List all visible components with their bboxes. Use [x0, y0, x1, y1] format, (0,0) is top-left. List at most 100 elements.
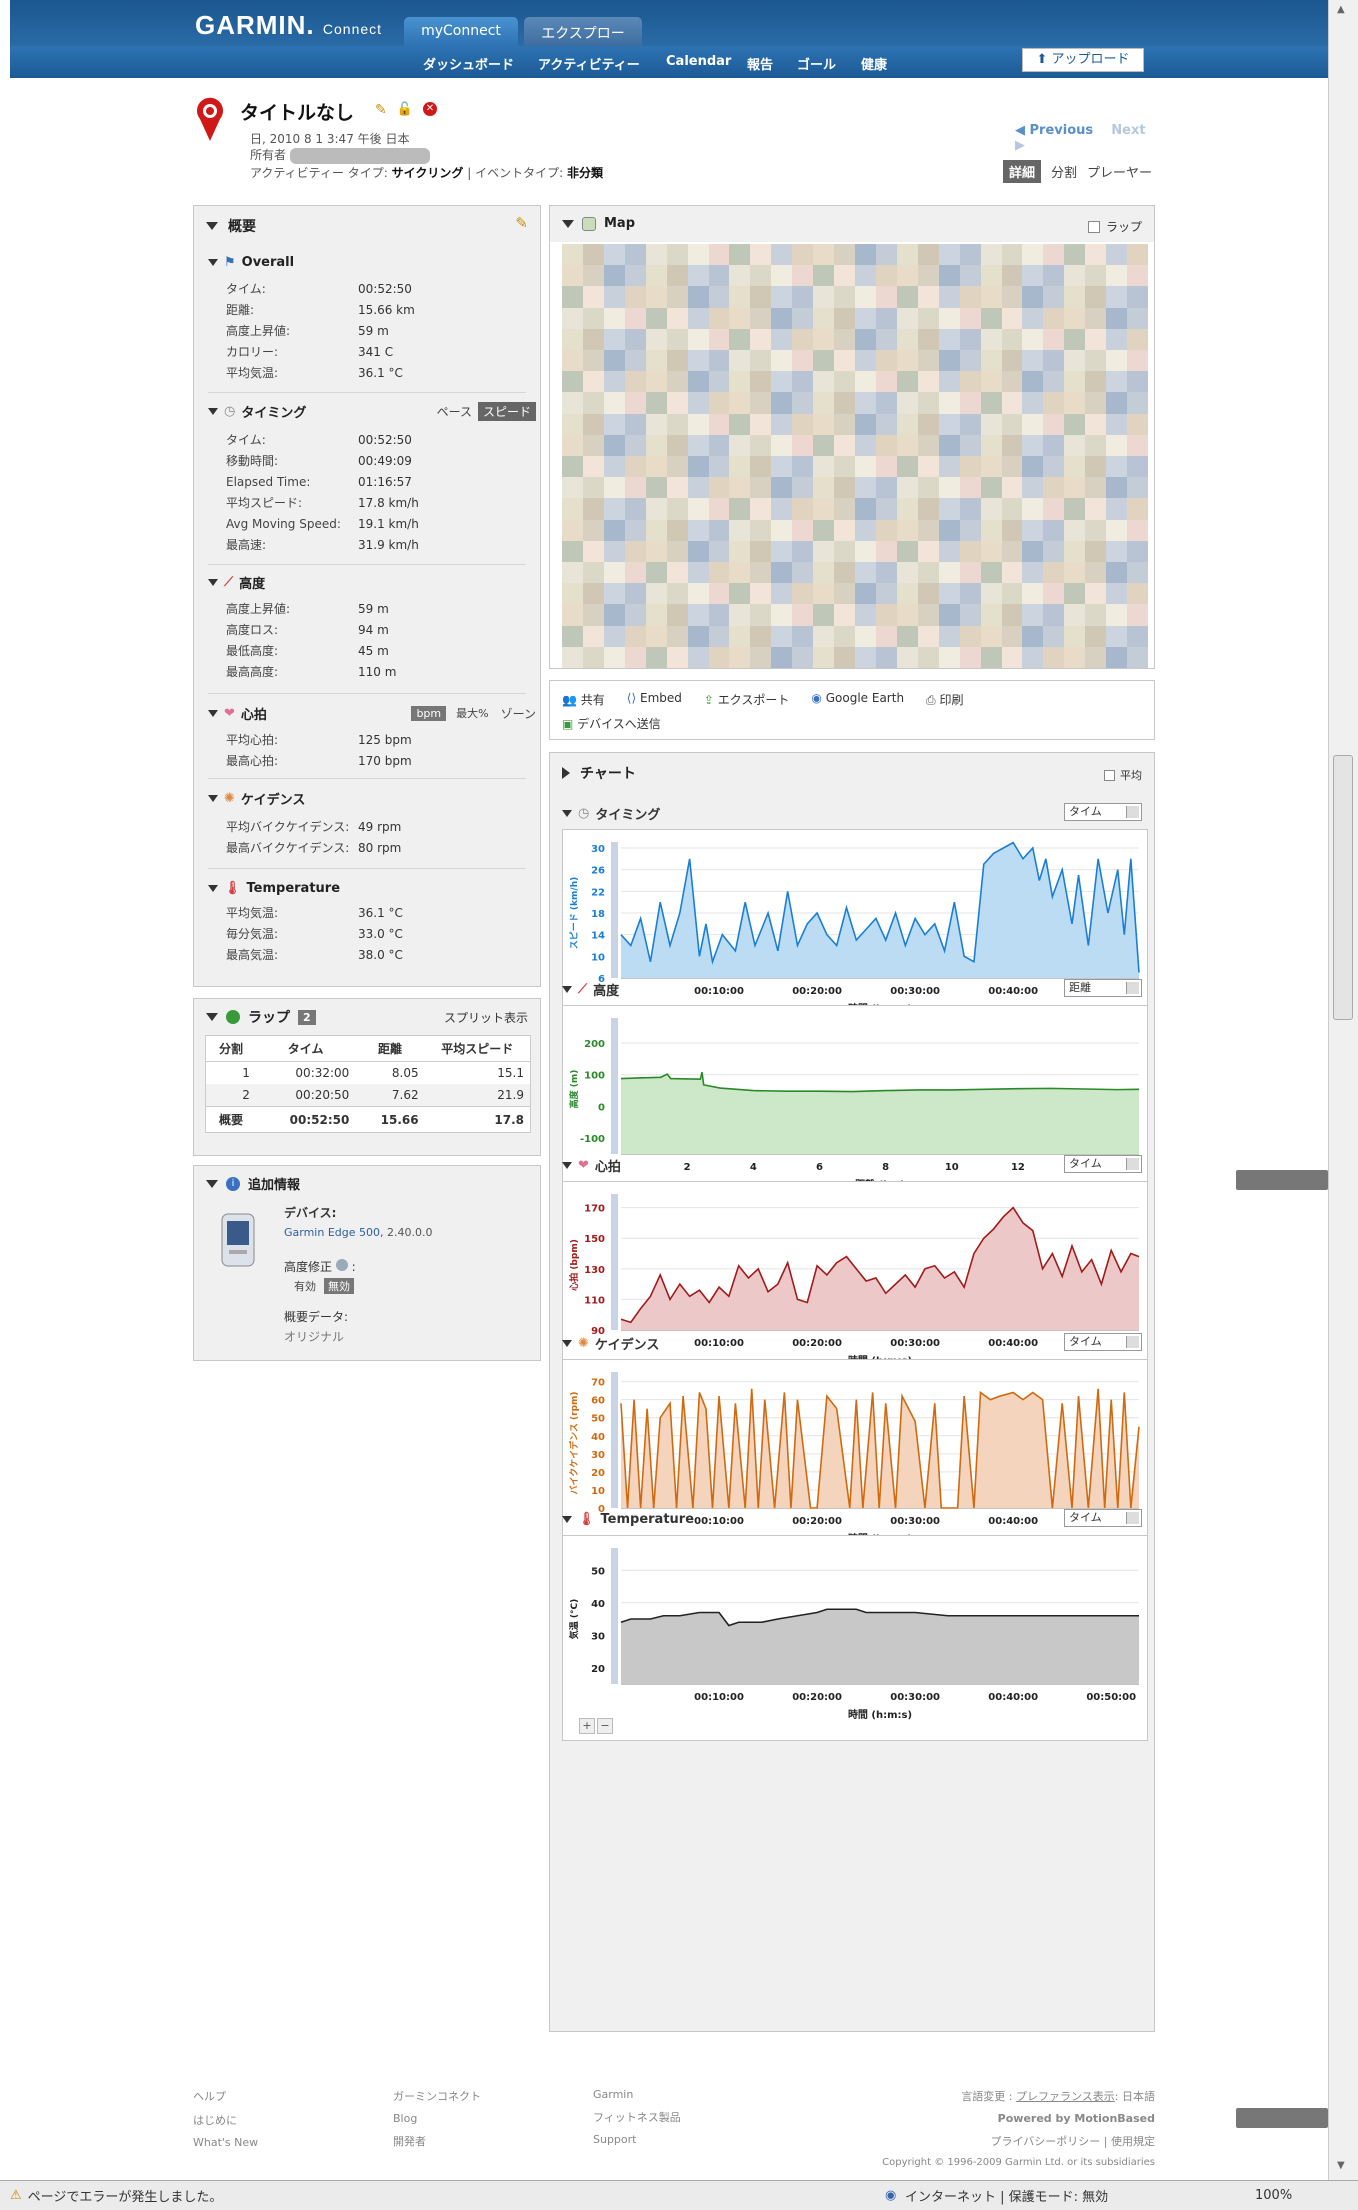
map-image-pixelated[interactable] — [562, 244, 1148, 668]
google-earth-button[interactable]: ◉ Google Earth — [811, 691, 904, 708]
previous-link[interactable]: ◀ Previous — [1015, 123, 1093, 138]
tab-explore[interactable]: エクスプロー — [524, 17, 642, 46]
maxpct-toggle[interactable]: 最大% — [456, 705, 488, 721]
edit-summary-icon[interactable]: ✎ — [515, 214, 528, 232]
map-header[interactable]: Map — [562, 216, 635, 231]
table-row[interactable]: 2 00:20:50 7.62 21.9 — [206, 1084, 530, 1107]
checkbox[interactable] — [1087, 220, 1100, 233]
laps-col-header[interactable]: 平均スピード — [424, 1036, 530, 1062]
map-tile — [1106, 371, 1129, 394]
disabled-toggle[interactable]: 無効 — [324, 1278, 354, 1294]
tab-splits[interactable]: 分割 — [1051, 162, 1077, 181]
footer-link[interactable]: Blog — [393, 2112, 481, 2125]
nav-reports[interactable]: 報告 — [747, 54, 773, 73]
upload-button[interactable]: ⬆ アップロード — [1022, 48, 1144, 72]
garmin-logo[interactable]: GARMIN. Connect — [195, 10, 382, 41]
split-view-link[interactable]: スプリット表示 — [444, 1009, 528, 1026]
zoom-in-icon[interactable]: + — [579, 1718, 595, 1734]
laps-col-header[interactable]: タイム — [255, 1036, 356, 1062]
checkbox[interactable] — [1104, 769, 1115, 781]
scroll-up-icon[interactable]: ▲ — [1337, 4, 1345, 15]
zone-toggle[interactable]: ゾーン — [501, 705, 536, 722]
share-button[interactable]: 👥 共有 — [562, 691, 605, 708]
send-to-device-button[interactable]: ▣ デバイスへ送信 — [562, 715, 661, 732]
embed-button[interactable]: ⟨⟩ Embed — [627, 691, 682, 708]
scroll-range-bar[interactable] — [611, 1194, 618, 1330]
elevation-header[interactable]: ⟋ 高度 — [208, 572, 528, 592]
x-axis-dropdown[interactable]: タイム — [1064, 803, 1142, 821]
zoom-out-icon[interactable]: − — [597, 1718, 613, 1734]
overall-header[interactable]: ⚑ Overall — [208, 252, 528, 272]
delete-icon[interactable]: ✕ — [422, 102, 437, 116]
nav-dashboard[interactable]: ダッシュボード — [423, 54, 514, 73]
nav-goals[interactable]: ゴール — [797, 54, 836, 73]
laps-header[interactable]: ラップ 2 — [206, 1007, 316, 1027]
cadence-header[interactable]: ✺ ケイデンス — [208, 788, 528, 808]
table-row[interactable]: 1 00:32:00 8.05 15.1 — [206, 1062, 530, 1085]
tab-detail[interactable]: 詳細 — [1003, 160, 1042, 183]
speed-toggle[interactable]: スピード — [477, 401, 536, 421]
scroll-down-icon[interactable]: ▼ — [1337, 2160, 1345, 2171]
activity-title[interactable]: タイトルなし — [240, 98, 354, 125]
footer-link[interactable]: What's New — [193, 2136, 258, 2149]
charts-header[interactable]: チャート — [562, 763, 636, 783]
scroll-range-bar[interactable] — [611, 1372, 618, 1508]
temperature-header[interactable]: 🌡 Temperature — [208, 878, 528, 898]
scroll-range-bar[interactable] — [611, 1548, 618, 1684]
floating-toolbar[interactable] — [1236, 2108, 1328, 2128]
x-axis-dropdown[interactable]: タイム — [1064, 1333, 1142, 1351]
event-value[interactable]: 非分類 — [567, 166, 603, 180]
scroll-thumb[interactable] — [1333, 755, 1353, 1020]
edit-pencil-icon[interactable]: ✎ — [375, 102, 387, 118]
chart-header-temp[interactable]: 🌡 Temperature タイム — [562, 1507, 1148, 1531]
nav-activities[interactable]: アクティビティー — [538, 54, 640, 73]
footer-link[interactable]: はじめに — [193, 2112, 258, 2128]
summary-header[interactable]: 概要 — [206, 216, 256, 236]
laps-col-header[interactable]: 距離 — [355, 1036, 425, 1062]
avg-checkbox[interactable]: 平均 — [1104, 767, 1142, 783]
help-icon[interactable] — [335, 1259, 348, 1271]
x-axis-dropdown[interactable]: 距離 — [1064, 979, 1142, 997]
map-tile — [729, 244, 752, 267]
warning-icon[interactable]: ⚠ — [10, 2188, 22, 2203]
tab-myconnect[interactable]: myConnect — [404, 17, 518, 46]
chart-header-cad[interactable]: ✺ ケイデンス タイム — [562, 1331, 1148, 1355]
extra-info-header[interactable]: i 追加情報 — [206, 1174, 300, 1193]
nav-health[interactable]: 健康 — [861, 54, 887, 73]
stat-value: 38.0 °C — [358, 947, 403, 962]
map-tile — [959, 540, 982, 563]
scroll-range-bar[interactable] — [611, 842, 618, 978]
map-tile — [771, 371, 794, 394]
print-button[interactable]: ⎙ 印刷 — [926, 691, 963, 708]
footer-link[interactable]: フィットネス製品 — [593, 2109, 681, 2125]
bpm-toggle[interactable]: bpm — [411, 705, 447, 721]
status-error-text[interactable]: ページでエラーが発生しました。 — [28, 2186, 223, 2205]
type-value[interactable]: サイクリング — [392, 166, 464, 180]
powered-by[interactable]: Powered by MotionBased — [850, 2112, 1155, 2125]
map-lap-checkbox[interactable]: ラップ — [1087, 218, 1142, 235]
lock-icon[interactable]: 🔓 — [397, 102, 413, 118]
enabled-toggle[interactable]: 有効 — [294, 1278, 316, 1294]
chart-header-hr[interactable]: ❤ 心拍 タイム — [562, 1153, 1148, 1177]
laps-col-header[interactable]: 分割 — [206, 1036, 256, 1062]
scroll-range-bar[interactable] — [611, 1018, 618, 1154]
timing-header[interactable]: ◷ タイミング ペース スピード — [208, 401, 536, 421]
chart-header-timing[interactable]: ◷ タイミング タイム — [562, 801, 1148, 825]
nav-calendar[interactable]: Calendar — [666, 54, 731, 69]
export-button[interactable]: ⇪ エクスポート — [704, 691, 790, 708]
language-pref-link[interactable]: プレファランス表示 — [1016, 2090, 1115, 2103]
hr-header[interactable]: ❤ 心拍 bpm 最大% ゾーン — [208, 703, 536, 723]
x-axis-dropdown[interactable]: タイム — [1064, 1155, 1142, 1173]
zoom-level[interactable]: 100% — [1255, 2188, 1292, 2203]
device-link[interactable]: Garmin Edge 500 — [284, 1226, 380, 1239]
vertical-scrollbar[interactable]: ▲ ▼ — [1328, 0, 1358, 2180]
footer-link[interactable]: Support — [593, 2133, 681, 2146]
map-tile — [980, 392, 1003, 415]
footer-link[interactable]: 開発者 — [393, 2133, 481, 2149]
floating-toolbar[interactable] — [1236, 1170, 1328, 1190]
pace-toggle[interactable]: ペース — [437, 403, 472, 420]
privacy-links[interactable]: プライバシーポリシー | 使用規定 — [850, 2133, 1155, 2149]
x-axis-dropdown[interactable]: タイム — [1064, 1509, 1142, 1527]
tab-player[interactable]: プレーヤー — [1087, 162, 1152, 181]
chart-header-elev[interactable]: ⟋ 高度 距離 — [562, 977, 1148, 1001]
